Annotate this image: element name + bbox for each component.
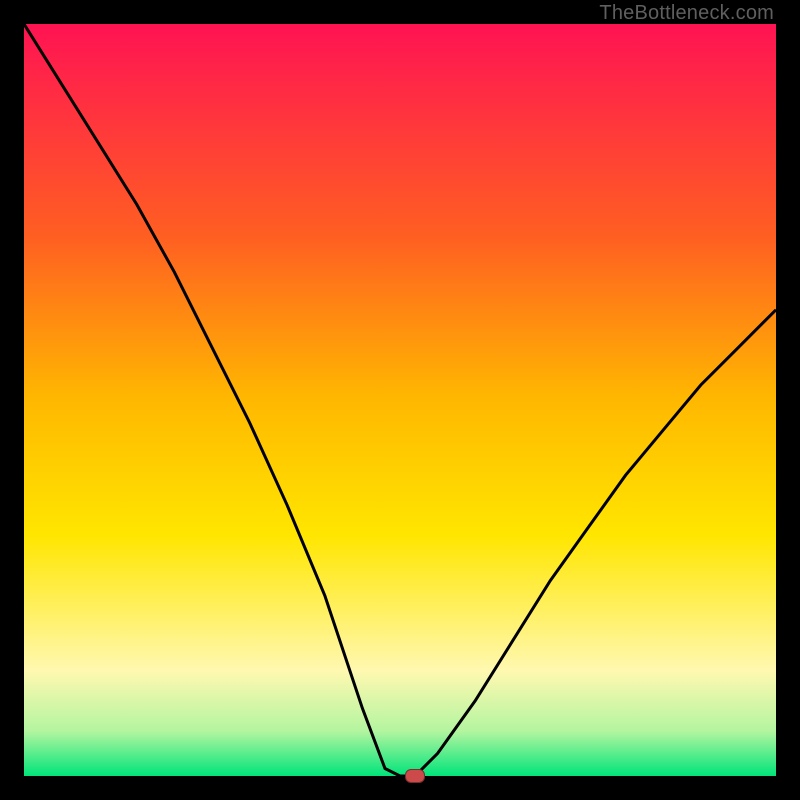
gradient-background [24, 24, 776, 776]
plot-frame [24, 24, 776, 776]
watermark-text: TheBottleneck.com [599, 2, 774, 25]
gradient-rect [24, 24, 776, 776]
bottleneck-marker [405, 769, 425, 783]
